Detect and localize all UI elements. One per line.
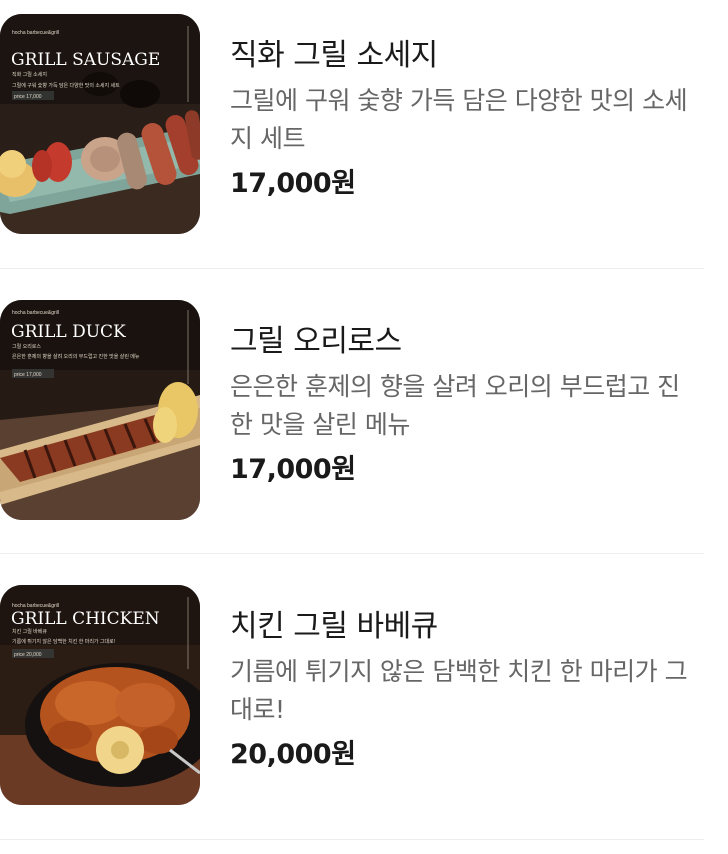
menu-thumbnail-duck[interactable]: hocha barbecue&grill GRILL DUCK 그릴 오리로스 … (0, 300, 200, 520)
menu-description: 기름에 튀기지 않은 담백한 치킨 한 마리가 그대로! (230, 657, 688, 724)
menu-price: 20,000원 (230, 739, 356, 770)
duck-photo: hocha barbecue&grill GRILL DUCK 그릴 오리로스 … (0, 300, 200, 520)
overlay-title: GRILL DUCK (11, 322, 126, 342)
overlay-subtitle: 직화 그릴 소세지 (12, 71, 47, 78)
menu-info: 그릴 오리로스 은은한 훈제의 향을 살려 오리의 부드럽고 진한 맛을 살린 … (230, 320, 700, 490)
divider (0, 839, 704, 840)
menu-name: 치킨 그릴 바베큐 (230, 609, 438, 644)
menu-thumbnail-chicken[interactable]: hocha barbecue&grill GRILL CHICKEN 치킨 그릴… (0, 585, 200, 805)
menu-description: 은은한 훈제의 향을 살려 오리의 부드럽고 진한 맛을 살린 메뉴 (230, 372, 680, 439)
overlay-price: price 17,000 (14, 94, 42, 100)
overlay-brand: hocha barbecue&grill (12, 30, 59, 36)
menu-info: 치킨 그릴 바베큐 기름에 튀기지 않은 담백한 치킨 한 마리가 그대로! 2… (230, 605, 700, 775)
divider (0, 268, 704, 269)
menu-item-grill-chicken[interactable]: hocha barbecue&grill GRILL CHICKEN 치킨 그릴… (0, 555, 704, 840)
overlay-price: price 17,000 (14, 372, 42, 378)
menu-description: 그릴에 구워 숯향 가득 담은 다양한 맛의 소세지 세트 (230, 86, 688, 153)
overlay-subtitle: 그릴 오리로스 (12, 343, 41, 350)
menu-item-grill-sausage[interactable]: hocha barbecue&grill GRILL SAUSAGE 직화 그릴… (0, 0, 704, 270)
overlay-title: GRILL CHICKEN (11, 609, 160, 629)
overlay-blurb: 그릴에 구워 숯향 가득 담은 다양한 맛의 소세지 세트 (12, 82, 120, 89)
menu-name: 직화 그릴 소세지 (230, 38, 438, 73)
overlay-brand: hocha barbecue&grill (12, 310, 59, 316)
overlay-title: GRILL SAUSAGE (11, 50, 160, 70)
menu-info: 직화 그릴 소세지 그릴에 구워 숯향 가득 담은 다양한 맛의 소세지 세트 … (230, 34, 700, 204)
overlay-blurb: 은은한 훈제의 향을 살려 오리의 부드럽고 진한 맛을 살린 메뉴 (12, 353, 140, 360)
menu-thumbnail-sausage[interactable]: hocha barbecue&grill GRILL SAUSAGE 직화 그릴… (0, 14, 200, 234)
overlay-blurb: 기름에 튀기지 않은 담백한 치킨 한 마리가 그대로! (12, 638, 115, 645)
sausage-photo: hocha barbecue&grill GRILL SAUSAGE 직화 그릴… (0, 14, 200, 234)
overlay-subtitle: 치킨 그릴 바베큐 (12, 628, 47, 635)
divider (0, 553, 704, 554)
menu-price: 17,000원 (230, 454, 356, 485)
menu-name: 그릴 오리로스 (230, 324, 402, 359)
menu-price: 17,000원 (230, 168, 356, 199)
chicken-photo: hocha barbecue&grill GRILL CHICKEN 치킨 그릴… (0, 585, 200, 805)
overlay-price: price 20,000 (14, 652, 42, 658)
menu-item-grill-duck[interactable]: hocha barbecue&grill GRILL DUCK 그릴 오리로스 … (0, 270, 704, 554)
